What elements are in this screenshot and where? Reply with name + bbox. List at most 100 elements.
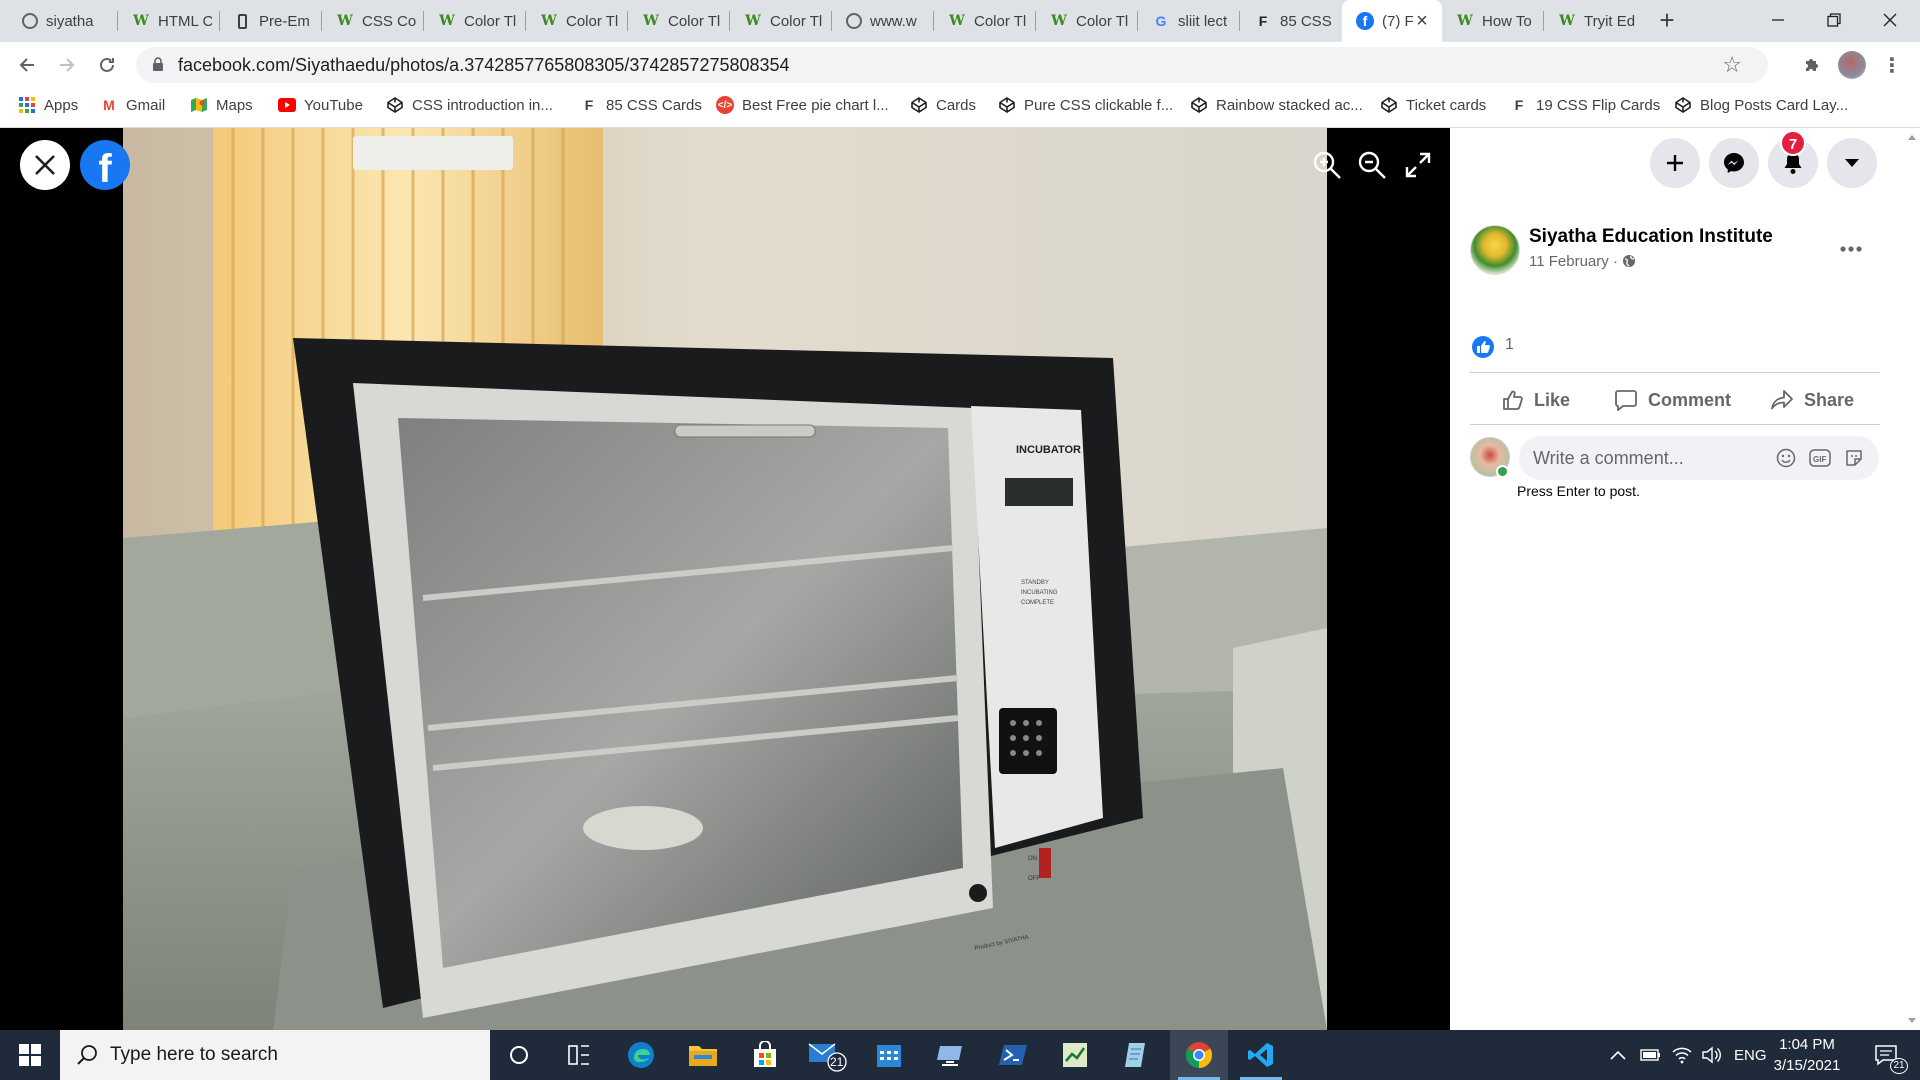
bookmark-gmail[interactable]: M Gmail (100, 88, 165, 122)
start-button[interactable] (0, 1030, 60, 1080)
messenger-button[interactable] (1709, 138, 1759, 188)
mail-badge: 21 (830, 1055, 844, 1069)
calendar-app[interactable] (860, 1030, 918, 1080)
gif-icon[interactable]: GIF (1809, 447, 1831, 469)
wifi-icon (1672, 1047, 1692, 1064)
browser-tab[interactable]: G sliit lect (1138, 0, 1240, 42)
page-avatar[interactable] (1470, 225, 1520, 275)
browser-tab[interactable]: W Color Tl (934, 0, 1036, 42)
comment-input[interactable] (1533, 446, 1773, 470)
browser-tab[interactable]: www.w (832, 0, 934, 42)
bookmark-19-css-flip-cards[interactable]: F 19 CSS Flip Cards (1510, 88, 1661, 122)
network-indicator[interactable] (1672, 1030, 1692, 1080)
bookmark-apps[interactable]: Apps (18, 88, 78, 122)
close-window-button[interactable] (1862, 0, 1918, 40)
browser-tab-active[interactable]: f (7) F × (1342, 0, 1442, 42)
codepen-icon (998, 96, 1016, 114)
bookmark-maps[interactable]: Maps (190, 88, 253, 122)
comment-button[interactable]: Comment (1614, 383, 1731, 417)
forward-button[interactable] (52, 50, 82, 80)
like-reaction-icon[interactable] (1471, 335, 1495, 359)
emoji-icon[interactable] (1775, 447, 1797, 469)
search-icon (77, 1045, 97, 1065)
codepen-icon (1674, 96, 1692, 114)
battery-indicator[interactable] (1640, 1030, 1662, 1080)
browser-tab[interactable]: W Color Tl (424, 0, 526, 42)
browser-tab[interactable]: W Color Tl (730, 0, 832, 42)
tab-title: Color Tl (770, 12, 823, 30)
account-menu-button[interactable] (1827, 138, 1877, 188)
bookmark-cards[interactable]: Cards (910, 88, 976, 122)
action-center-button[interactable]: 21 (1866, 1030, 1908, 1080)
bookmark-85-css-cards[interactable]: F 85 CSS Cards (580, 88, 702, 122)
bookmark-blog-posts[interactable]: Blog Posts Card Lay... (1674, 88, 1848, 122)
new-tab-button[interactable]: + (1652, 6, 1682, 36)
notepad-app[interactable] (1108, 1030, 1166, 1080)
taskbar-search[interactable]: Type here to search (60, 1030, 490, 1080)
like-count[interactable]: 1 (1505, 336, 1514, 354)
show-hidden-icons-button[interactable] (1610, 1030, 1626, 1080)
clock[interactable]: 1:04 PM 3/15/2021 (1762, 1034, 1852, 1076)
w3schools-icon: W (133, 13, 149, 29)
create-button[interactable] (1650, 138, 1700, 188)
facebook-logo[interactable]: f (80, 140, 130, 191)
close-viewer-button[interactable] (20, 140, 70, 190)
browser-tab[interactable]: siyatha (8, 0, 118, 42)
post-panel (1450, 128, 1920, 1030)
bookmark-star-icon[interactable]: ☆ (1722, 52, 1742, 78)
zoom-out-button[interactable] (1355, 148, 1389, 182)
speaker-icon (1702, 1046, 1721, 1064)
chrome-menu-icon[interactable]: ⋮ (1878, 51, 1906, 79)
bookmark-css-introduction[interactable]: CSS introduction in... (386, 88, 553, 122)
status-standby: STANDBY (1021, 580, 1049, 586)
browser-tab[interactable]: Pre-Em (220, 0, 322, 42)
browser-tab[interactable]: W Color Tl (1036, 0, 1138, 42)
restore-window-button[interactable] (1806, 0, 1862, 40)
bookmark-pure-css[interactable]: Pure CSS clickable f... (998, 88, 1173, 122)
browser-tab[interactable]: W Color Tl (526, 0, 628, 42)
edge-app[interactable] (612, 1030, 670, 1080)
browser-tab[interactable]: W Color Tl (628, 0, 730, 42)
fullscreen-button[interactable] (1401, 148, 1435, 182)
browser-tab[interactable]: F 85 CSS (1240, 0, 1342, 42)
browser-tab[interactable]: W HTML C (118, 0, 220, 42)
reload-button[interactable] (92, 50, 122, 80)
volume-indicator[interactable] (1702, 1030, 1722, 1080)
zoom-in-button[interactable] (1310, 148, 1344, 182)
comment-box[interactable]: GIF (1519, 436, 1879, 480)
vscode-app[interactable] (1232, 1030, 1290, 1080)
globe-icon (1623, 255, 1636, 267)
bookmark-pie-chart[interactable]: </> Best Free pie chart l... (716, 88, 889, 122)
remote-desktop-app[interactable] (922, 1030, 980, 1080)
url-text[interactable]: facebook.com/Siyathaedu/photos/a.3742857… (178, 55, 790, 76)
powershell-app[interactable] (984, 1030, 1042, 1080)
mail-app[interactable]: 21 (798, 1030, 856, 1080)
share-button[interactable]: Share (1770, 383, 1854, 417)
post-options-button[interactable] (1840, 232, 1862, 258)
chart-app[interactable] (1046, 1030, 1104, 1080)
minimize-window-button[interactable] (1750, 0, 1806, 40)
bookmark-youtube[interactable]: YouTube (278, 88, 363, 122)
close-tab-icon[interactable]: × (1412, 11, 1432, 31)
file-explorer-app[interactable] (674, 1030, 732, 1080)
bookmark-ticket-cards[interactable]: Ticket cards (1380, 88, 1486, 122)
address-bar[interactable]: facebook.com/Siyathaedu/photos/a.3742857… (136, 47, 1768, 83)
browser-tab[interactable]: W CSS Col (322, 0, 424, 42)
task-view-button[interactable] (550, 1030, 608, 1080)
store-app[interactable] (736, 1030, 794, 1080)
chrome-app[interactable] (1170, 1030, 1228, 1080)
profile-avatar[interactable] (1838, 51, 1866, 79)
browser-tab[interactable]: W Tryit Ed (1544, 0, 1646, 42)
code-icon: </> (716, 96, 734, 114)
bookmark-rainbow-stacked[interactable]: Rainbow stacked ac... (1190, 88, 1363, 122)
like-button[interactable]: Like (1502, 383, 1570, 417)
cortana-button[interactable] (490, 1030, 548, 1080)
post-timestamp[interactable]: 11 February · (1529, 253, 1636, 270)
browser-tab[interactable]: W How To (1442, 0, 1544, 42)
extensions-button[interactable] (1798, 51, 1826, 79)
back-button[interactable] (12, 50, 42, 80)
page-name[interactable]: Siyatha Education Institute (1529, 226, 1773, 248)
sticker-icon[interactable] (1843, 447, 1865, 469)
tab-title: How To (1482, 12, 1532, 30)
panel-scrollbar[interactable] (1904, 128, 1920, 1030)
